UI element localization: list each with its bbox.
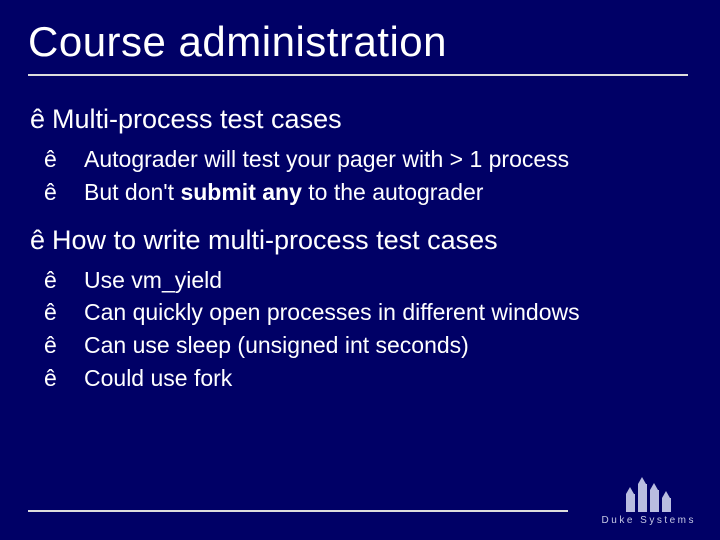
bullet-level2: êBut don't submit any to the autograder bbox=[64, 178, 692, 207]
bullet-glyph: ê bbox=[64, 178, 84, 207]
bullet-level1: êMulti-process test cases bbox=[30, 104, 692, 135]
bullet-text: Could use fork bbox=[84, 365, 232, 391]
bullet-text-tail: to the autograder bbox=[302, 179, 484, 205]
bullet-glyph: ê bbox=[64, 266, 84, 295]
bullet-glyph: ê bbox=[64, 331, 84, 360]
bullet-level2: êAutograder will test your pager with > … bbox=[64, 145, 692, 174]
bullet-glyph: ê bbox=[30, 225, 52, 256]
bullet-level1: êHow to write multi-process test cases bbox=[30, 225, 692, 256]
bullet-glyph: ê bbox=[30, 104, 52, 135]
slide-title: Course administration bbox=[28, 18, 692, 66]
slide-content: êMulti-process test cases êAutograder wi… bbox=[28, 104, 692, 393]
bullet-text: Can use sleep (unsigned int seconds) bbox=[84, 332, 469, 358]
bullet-text: Autograder will test your pager with > 1… bbox=[84, 146, 569, 172]
logo-text: Duke Systems bbox=[602, 515, 696, 526]
bullet-glyph: ê bbox=[64, 364, 84, 393]
footer-divider bbox=[28, 510, 568, 512]
bullet-text: Can quickly open processes in different … bbox=[84, 299, 580, 325]
bullet-text: Use vm_yield bbox=[84, 267, 222, 293]
slide: Course administration êMulti-process tes… bbox=[0, 0, 720, 540]
logo: Duke Systems bbox=[602, 478, 696, 526]
bullet-glyph: ê bbox=[64, 145, 84, 174]
bullet-text: How to write multi-process test cases bbox=[52, 225, 498, 255]
bullet-text: But don't bbox=[84, 179, 180, 205]
logo-icon bbox=[602, 478, 696, 512]
bullet-level2: êCan quickly open processes in different… bbox=[64, 298, 692, 327]
bold-text: submit any bbox=[180, 179, 301, 205]
bullet-level2: êCould use fork bbox=[64, 364, 692, 393]
bullet-level2: êUse vm_yield bbox=[64, 266, 692, 295]
bullet-glyph: ê bbox=[64, 298, 84, 327]
bullet-text: Multi-process test cases bbox=[52, 104, 342, 134]
bullet-level2: êCan use sleep (unsigned int seconds) bbox=[64, 331, 692, 360]
title-divider bbox=[28, 74, 688, 76]
